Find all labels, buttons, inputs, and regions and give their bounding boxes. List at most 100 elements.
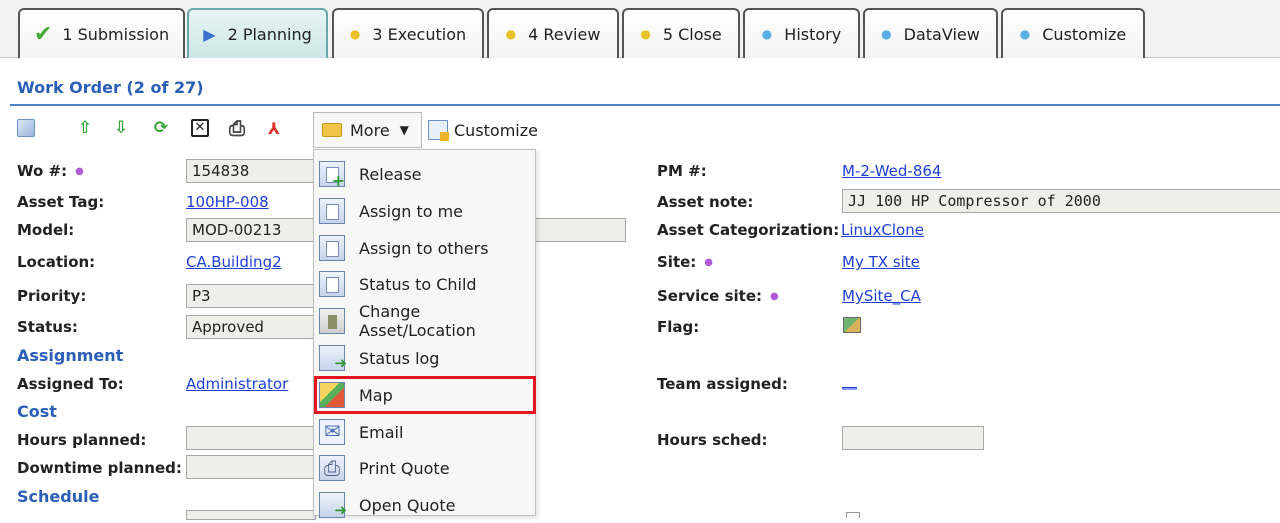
pm-number-link[interactable]: M-2-Wed-864 [842, 162, 941, 180]
flag-icon[interactable] [843, 317, 861, 333]
schedule-field[interactable] [186, 510, 316, 520]
customize-icon [428, 120, 449, 141]
pdf-icon[interactable]: ⅄ [263, 117, 285, 139]
chevron-down-icon: ▼ [399, 123, 409, 137]
more-label: More [350, 120, 390, 140]
status-child-icon [319, 271, 345, 297]
menu-item-status-log[interactable]: Status log [314, 340, 535, 376]
map-icon [319, 382, 345, 408]
asset-categorization-link[interactable]: LinuxClone [841, 221, 924, 239]
tab-label: 4 Review [528, 24, 601, 44]
tab-execution[interactable]: ● 3 Execution [332, 8, 484, 58]
open-quote-icon [319, 492, 347, 519]
service-site-label: Service site: ● [657, 287, 779, 305]
blue-dot-icon: ● [881, 27, 892, 41]
asset-note-label: Asset note: [657, 193, 754, 211]
menu-item-label: Open Quote [359, 495, 456, 515]
team-assigned-link[interactable]: __ [842, 372, 857, 390]
yellow-dot-icon: ● [505, 27, 517, 41]
menu-item-label: Change Asset/Location [359, 302, 476, 340]
menu-item-label: Release [359, 164, 422, 184]
status-field[interactable]: Approved [186, 315, 316, 339]
priority-label: Priority: [17, 287, 87, 305]
yellow-dot-icon: ● [640, 27, 651, 41]
move-up-icon[interactable]: ⇧ [74, 117, 96, 139]
folder-icon [322, 123, 342, 137]
status-log-icon [319, 345, 347, 372]
menu-item-map[interactable]: Map [314, 376, 536, 414]
asset-note-field[interactable]: JJ 100 HP Compressor of 2000 [842, 189, 1280, 213]
hours-planned-label: Hours planned: [17, 431, 147, 449]
flag-label: Flag: [657, 318, 700, 336]
refresh-icon[interactable]: ⟳ [150, 117, 172, 139]
menu-item-release[interactable]: Release [314, 156, 535, 192]
assignment-section-title: Assignment [17, 346, 124, 365]
tab-planning[interactable]: ▶ 2 Planning [187, 8, 328, 58]
cost-section-title: Cost [17, 402, 57, 421]
print-icon [319, 455, 345, 481]
menu-item-label: Status to Child [359, 274, 477, 294]
tab-label: Customize [1042, 24, 1127, 44]
tab-label: History [784, 24, 842, 44]
menu-item-label: Assign to others [359, 238, 489, 258]
hours-planned-field[interactable] [186, 426, 316, 450]
customize-button[interactable]: Customize [428, 112, 543, 148]
menu-item-label: Assign to me [359, 201, 464, 221]
tab-submission[interactable]: ✔ 1 Submission [18, 8, 185, 58]
menu-item-open-quote[interactable]: Open Quote [314, 487, 535, 523]
edit-icon[interactable] [15, 117, 37, 139]
menu-item-status-to-child[interactable]: Status to Child [314, 266, 535, 302]
site-link[interactable]: My TX site [842, 253, 920, 271]
move-down-icon[interactable]: ⇩ [110, 117, 132, 139]
customize-label: Customize [454, 120, 538, 140]
assigned-to-label: Assigned To: [17, 375, 124, 393]
tab-label: DataView [903, 24, 980, 44]
workflow-tab-bar: ✔ 1 Submission ▶ 2 Planning ● 3 Executio… [0, 0, 1280, 58]
tab-history[interactable]: ● History [743, 8, 860, 58]
required-dot-icon: ● [75, 166, 84, 177]
yellow-dot-icon: ● [349, 27, 361, 41]
schedule-section-title: Schedule [17, 487, 100, 506]
menu-item-change-asset-location[interactable]: Change Asset/Location [314, 302, 535, 340]
tab-label: 1 Submission [62, 24, 170, 44]
delete-icon[interactable]: ✕ [189, 117, 211, 139]
assign-others-icon [319, 235, 345, 261]
downtime-planned-label: Downtime planned: [17, 459, 182, 477]
tab-label: 2 Planning [227, 24, 312, 44]
service-site-link[interactable]: MySite_CA [842, 287, 921, 305]
tab-close[interactable]: ● 5 Close [622, 8, 740, 58]
more-dropdown-menu: Release Assign to me Assign to others St… [313, 149, 536, 519]
downtime-planned-field[interactable] [186, 455, 316, 479]
assigned-to-link[interactable]: Administrator [186, 375, 288, 393]
email-icon [319, 419, 345, 445]
pm-number-label: PM #: [657, 162, 707, 180]
location-label: Location: [17, 253, 96, 271]
building-icon [319, 308, 345, 334]
tab-label: 5 Close [662, 24, 722, 44]
wo-number-field[interactable]: 154838 [186, 159, 316, 183]
blue-dot-icon: ● [761, 27, 773, 41]
menu-item-assign-to-others[interactable]: Assign to others [314, 230, 535, 266]
asset-tag-label: Asset Tag: [17, 193, 105, 211]
menu-item-assign-to-me[interactable]: Assign to me [314, 193, 535, 229]
more-button[interactable]: More ▼ [313, 112, 422, 148]
hours-sched-label: Hours sched: [657, 431, 768, 449]
hours-sched-field[interactable] [842, 426, 984, 450]
menu-item-label: Map [359, 385, 393, 405]
tab-customize[interactable]: ● Customize [1001, 8, 1145, 58]
check-icon: ✔ [33, 21, 53, 47]
priority-field[interactable]: P3 [186, 284, 316, 308]
play-icon: ▶ [203, 24, 216, 44]
tab-review[interactable]: ● 4 Review [487, 8, 619, 58]
checkbox[interactable] [846, 512, 860, 518]
menu-item-print-quote[interactable]: Print Quote [314, 450, 535, 486]
model-label: Model: [17, 221, 75, 239]
asset-categorization-label: Asset Categorization: [657, 221, 840, 239]
tab-dataview[interactable]: ● DataView [863, 8, 998, 58]
required-dot-icon: ● [770, 291, 779, 302]
location-link[interactable]: CA.Building2 [186, 253, 282, 271]
print-icon[interactable]: ⎙ [226, 116, 248, 140]
asset-tag-link[interactable]: 100HP-008 [186, 193, 269, 211]
menu-item-email[interactable]: Email [314, 414, 535, 450]
wo-number-label: Wo #: ● [17, 162, 84, 180]
